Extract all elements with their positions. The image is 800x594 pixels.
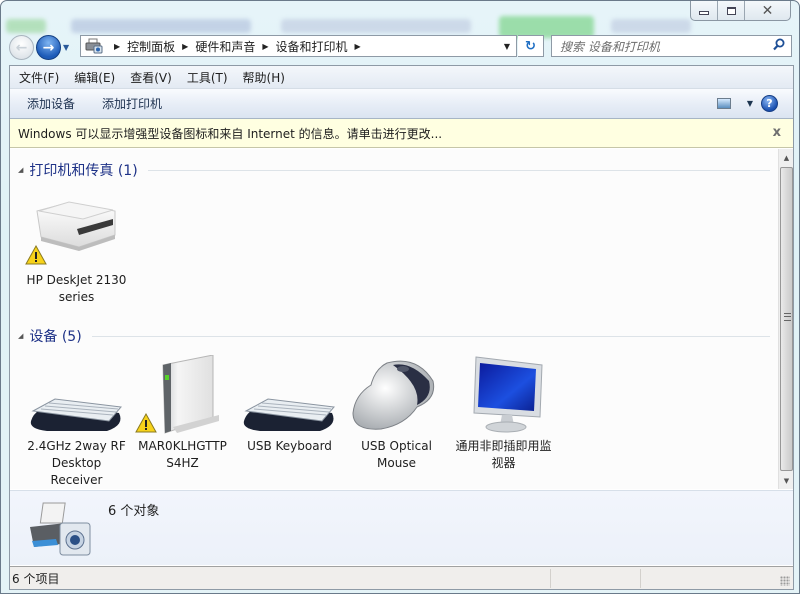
collapse-triangle-icon[interactable]: ◢ [18,166,23,174]
device-label: HP DeskJet 2130 series [26,273,127,304]
refresh-button[interactable]: ↻ [518,35,544,57]
close-button[interactable]: ✕ [744,1,790,20]
background-blur [71,19,251,33]
device-item[interactable]: 通用非即插即用监视器 [451,355,556,472]
group-title: 设备 (5) [29,329,82,345]
menu-help[interactable]: 帮助(H) [243,69,285,86]
device-item[interactable]: HP DeskJet 2130 series [24,189,129,306]
scroll-grip-icon [784,313,791,321]
scroll-up-button[interactable]: ▲ [779,149,794,166]
back-arrow-icon: ← [15,39,28,56]
view-options-dropdown[interactable]: ▼ [747,99,753,108]
group-divider [91,335,770,337]
recent-pages-dropdown[interactable]: ▼ [63,43,73,53]
menu-tools[interactable]: 工具(T) [187,69,228,86]
breadcrumb-separator[interactable]: ▶ [262,42,268,51]
address-bar[interactable]: ▶ 控制面板 ▶ 硬件和声音 ▶ 设备和打印机 ▶ ▼ [80,35,517,57]
details-pane: 6 个对象 [10,490,793,565]
navigation-buttons: ← → ▼ [9,35,73,60]
device-label: USB Keyboard [247,439,332,453]
breadcrumb-separator[interactable]: ▶ [114,42,120,51]
close-icon: ✕ [761,2,774,19]
device-item[interactable]: USB Keyboard [237,355,342,455]
monitor-icon [454,355,554,435]
explorer-pane: 文件(F) 编辑(E) 查看(V) 工具(T) 帮助(H) 添加设备 添加打印机… [9,65,794,590]
status-bar: 6 个项目 [10,566,793,589]
device-label: MAR0KLHGTTP S4HZ [138,439,227,470]
warning-icon [24,245,47,265]
status-item-count: 6 个项目 [10,568,551,588]
group-divider [147,169,770,171]
group-title: 打印机和传真 (1) [29,163,138,179]
printer-icon [24,189,127,269]
add-printer-button[interactable]: 添加打印机 [102,95,162,112]
info-bar-text[interactable]: Windows 可以显示增强型设备图标和来自 Internet 的信息。请单击进… [18,125,442,142]
status-text: 6 个项目 [12,571,60,586]
breadcrumb-separator[interactable]: ▶ [355,42,361,51]
keyboard-icon [27,355,127,435]
device-label: 2.4GHz 2way RF Desktop Receiver [27,439,126,487]
keyboard-icon [240,355,340,435]
breadcrumb-control-panel[interactable]: 控制面板 [127,38,175,55]
background-blur [611,19,691,33]
refresh-icon: ↻ [525,38,536,54]
device-label: 通用非即插即用监视器 [455,439,552,470]
info-bar-close-icon[interactable]: x [773,125,781,140]
command-bar: 添加设备 添加打印机 ▼ ? [10,89,793,119]
back-button[interactable]: ← [9,35,34,60]
chevron-down-icon: ▼ [63,42,70,52]
device-label: USB Optical Mouse [361,439,432,470]
breadcrumb-hardware-sound[interactable]: 硬件和声音 [195,38,255,55]
address-dropdown-button[interactable]: ▼ [498,36,516,56]
menu-bar: 文件(F) 编辑(E) 查看(V) 工具(T) 帮助(H) [10,66,793,89]
menu-edit[interactable]: 编辑(E) [74,69,115,86]
group-header-printers[interactable]: ◢ 打印机和传真 (1) [18,160,770,180]
help-button[interactable]: ? [761,95,778,112]
background-blur [281,19,471,33]
menu-file[interactable]: 文件(F) [19,69,59,86]
status-segment [551,568,641,588]
vertical-scrollbar[interactable]: ▲ ▼ [778,149,793,489]
info-bar[interactable]: Windows 可以显示增强型设备图标和来自 Internet 的信息。请单击进… [10,119,793,148]
window-controls: ✕ [690,1,791,21]
minimize-icon [699,10,709,15]
device-item[interactable]: USB Optical Mouse [344,355,449,472]
scroll-thumb[interactable] [780,167,793,471]
devices-printers-large-icon [26,497,96,559]
forward-button[interactable]: → [36,35,61,60]
search-input[interactable]: 搜索 设备和打印机 [551,35,792,57]
minimize-button[interactable] [691,1,717,20]
device-item[interactable]: 2.4GHz 2way RF Desktop Receiver [24,355,129,489]
search-icon[interactable] [773,38,785,55]
change-view-icon[interactable] [717,98,731,109]
status-segment [641,569,793,588]
scroll-down-button[interactable]: ▼ [779,472,794,489]
menu-view[interactable]: 查看(V) [130,69,172,86]
forward-arrow-icon: → [42,39,55,56]
mouse-icon [347,355,447,435]
external-drive-icon [133,354,233,435]
breadcrumb-devices-printers[interactable]: 设备和打印机 [276,38,348,55]
search-placeholder: 搜索 设备和打印机 [560,39,660,54]
warning-icon [134,413,157,433]
device-item[interactable]: MAR0KLHGTTP S4HZ [130,354,235,472]
explorer-window: ✕ ← → ▼ ▶ 控制面板 ▶ 硬件和声音 ▶ 设备和打印机 ▶ ▼ ↻ 搜索… [0,0,800,594]
details-object-count: 6 个对象 [108,504,160,519]
collapse-triangle-icon[interactable]: ◢ [18,332,23,340]
resize-grip-icon[interactable] [780,575,790,586]
maximize-button[interactable] [717,1,744,20]
maximize-icon [726,6,736,15]
group-header-devices[interactable]: ◢ 设备 (5) [18,326,770,346]
background-blur [6,19,46,33]
device-list: ◢ 打印机和传真 (1) HP DeskJet 2130 series ◢ 设备… [10,149,778,489]
devices-printers-icon [85,38,103,54]
add-device-button[interactable]: 添加设备 [27,95,75,112]
breadcrumb-separator[interactable]: ▶ [182,42,188,51]
